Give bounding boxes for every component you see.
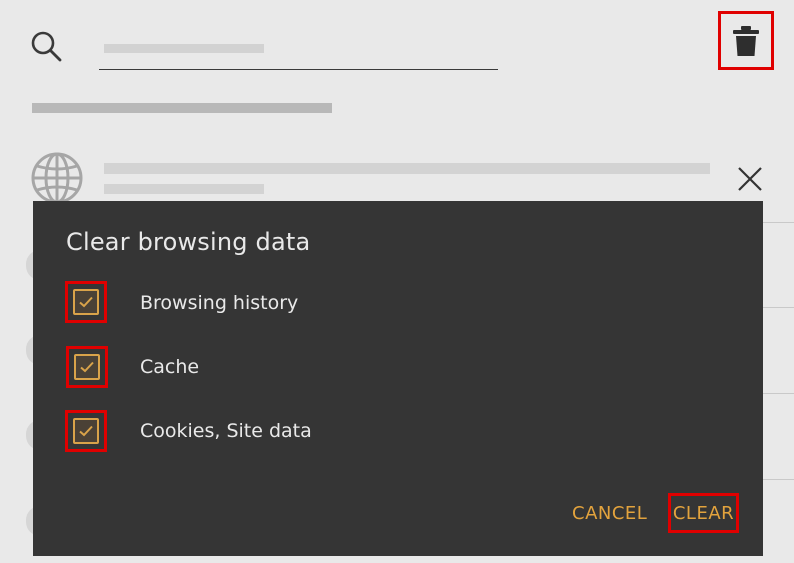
history-item-title[interactable] <box>104 163 710 174</box>
clear-button[interactable]: CLEAR <box>668 493 739 533</box>
section-heading <box>32 103 332 113</box>
divider <box>763 393 794 394</box>
checkbox[interactable] <box>74 354 100 380</box>
search-input[interactable] <box>99 69 498 70</box>
cache-checkbox[interactable] <box>66 346 108 388</box>
option-label-browsing-history: Browsing history <box>140 292 299 314</box>
divider <box>763 307 794 308</box>
divider <box>763 222 794 223</box>
checkbox[interactable] <box>73 289 99 315</box>
delete-button[interactable] <box>718 11 774 70</box>
dialog-title: Clear browsing data <box>66 228 311 256</box>
cookies-site-data-checkbox[interactable] <box>65 410 107 452</box>
globe-icon <box>31 152 83 204</box>
checkmark-icon <box>80 361 94 373</box>
close-icon[interactable] <box>736 165 764 193</box>
divider <box>763 479 794 480</box>
search-icon[interactable] <box>28 28 64 64</box>
option-label-cookies-site-data: Cookies, Site data <box>140 420 312 442</box>
cancel-button[interactable]: CANCEL <box>572 503 647 524</box>
option-label-cache: Cache <box>140 356 200 378</box>
checkmark-icon <box>79 425 93 437</box>
history-item-url <box>104 184 264 194</box>
browsing-history-checkbox[interactable] <box>65 281 107 323</box>
clear-button-label: CLEAR <box>672 502 735 524</box>
checkmark-icon <box>79 296 93 308</box>
search-placeholder <box>104 44 264 53</box>
checkbox[interactable] <box>73 418 99 444</box>
trash-icon <box>733 25 759 56</box>
